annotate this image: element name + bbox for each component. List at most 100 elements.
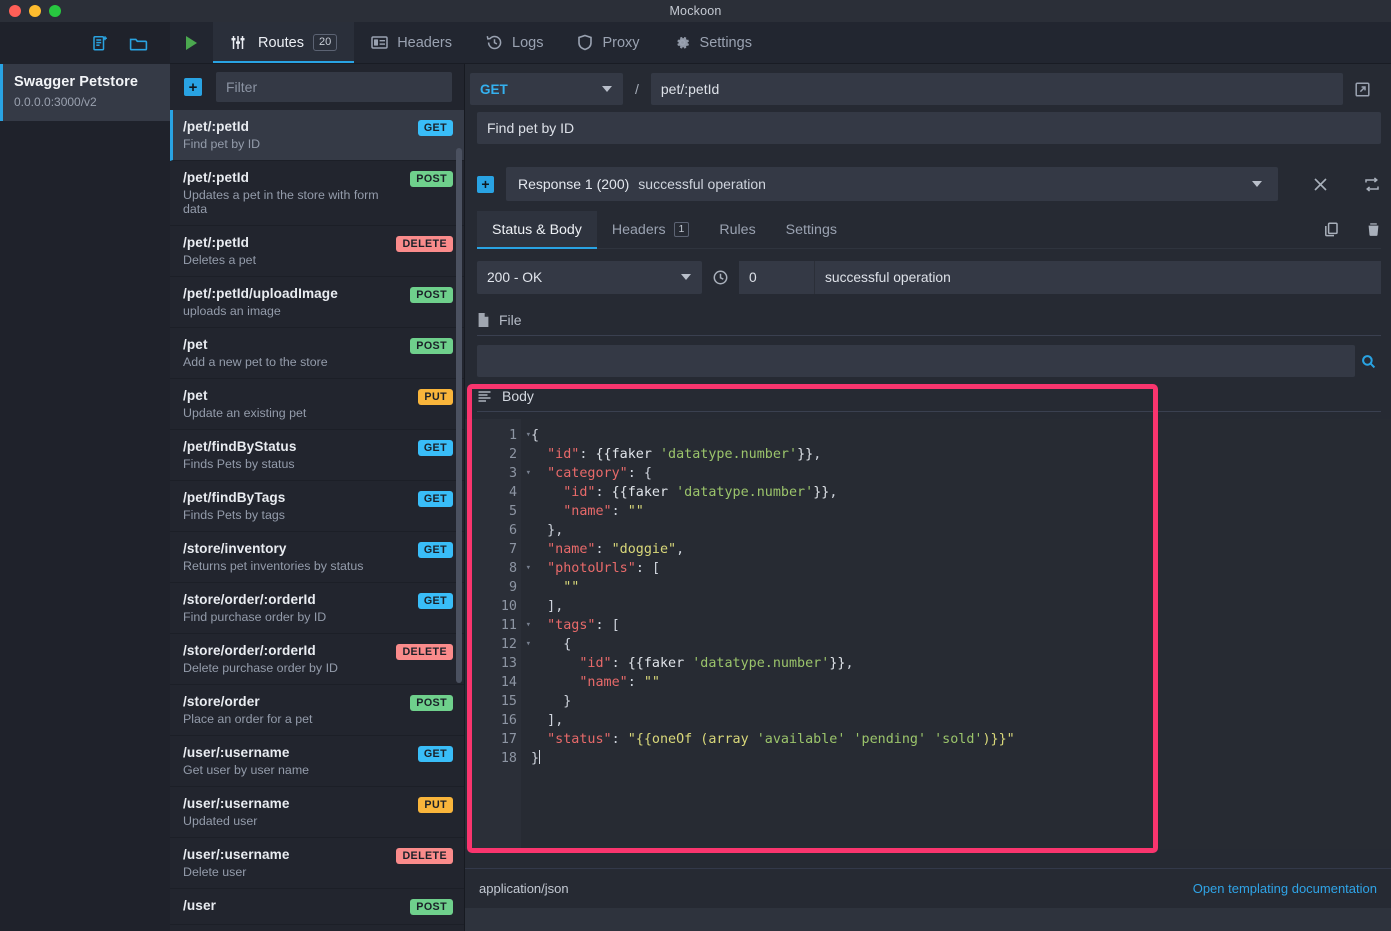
editor-code-content[interactable]: { "id": {{faker 'datatype.number'}}, "ca… [521,419,1391,849]
tab-proxy-label: Proxy [602,34,640,51]
route-path: /pet/findByStatus [183,439,297,454]
response-chip[interactable]: Response 1 (200) successful operation [506,167,1278,201]
route-method-badge: DELETE [396,236,453,253]
route-list-item[interactable]: /pet Update an existing pet PUT [170,379,464,430]
response-label-input[interactable] [815,261,1381,294]
subtab-status-body[interactable]: Status & Body [477,211,597,249]
route-list-item[interactable]: /user POST [170,889,464,926]
route-method-badge: POST [410,171,453,188]
route-list-item[interactable]: /pet/:petId/uploadImage uploads an image P… [170,277,464,328]
route-list-item[interactable]: /pet/:petId Find pet by ID GET [170,110,464,161]
editor-code-line: }, [547,523,564,538]
method-select[interactable]: GETPOSTPUTPATCHDELETEHEADOPTIONS [470,73,623,105]
tab-proxy[interactable]: Proxy [560,22,656,63]
file-path-input[interactable] [477,345,1355,377]
route-list-item[interactable]: /pet Add a new pet to the store POST [170,328,464,379]
subtab-headers[interactable]: Headers 1 [597,211,704,248]
route-list-item[interactable]: /store/order/:orderId Delete purchase ord… [170,634,464,685]
route-description: Update an existing pet [183,406,307,420]
subtab-rules[interactable]: Rules [704,211,770,248]
route-description: Deletes a pet [183,253,257,267]
editor-code-line: } [531,750,541,766]
route-list-item[interactable]: /store/order/:orderId Find purchase order… [170,583,464,634]
route-method-badge: DELETE [396,848,453,865]
history-clock-icon [486,34,503,51]
route-list-item[interactable]: /user/:username Delete user DELETE [170,838,464,889]
route-list-item[interactable]: /user/:username Get user by user name GET [170,736,464,787]
body-section-header: Body [477,388,1381,412]
route-path: /pet/:petId [183,235,250,250]
editor-line-number: 16 [500,713,517,728]
window-title: Mockoon [669,4,722,18]
editor-line-number: 13 [500,656,517,671]
play-icon[interactable] [170,22,213,63]
add-route-button[interactable]: + [184,78,202,96]
headers-count-badge: 1 [673,221,690,238]
route-documentation-input[interactable] [487,120,1371,136]
tab-settings[interactable]: Settings [657,22,769,63]
tab-settings-label: Settings [699,34,752,51]
add-response-button[interactable]: + [477,175,494,193]
editor-code-line: "id": {{faker 'datatype.number'}}, [563,485,838,500]
subtab-settings[interactable]: Settings [771,211,852,248]
body-code-editor[interactable]: 1 ▾ 2 3 ▾ 4 5 6 7 8 ▾ 9 10 11 ▾ 12 ▾ 13 14 15 16 17 18 { "id":… [465,419,1391,849]
route-list-item[interactable]: /pet/findByTags Finds Pets by tags GET [170,481,464,532]
route-list-item[interactable]: /store/order Place an order for a pet POST [170,685,464,736]
new-environment-icon[interactable] [92,35,109,52]
status-select-wrapper: 200 - OK201 - Created204 - No Content400… [477,261,702,294]
code-fold-arrow[interactable]: ▾ [526,426,531,445]
body-section: Body 1 ▾ 2 3 ▾ 4 5 6 7 8 ▾ 9 10 11 ▾ 12 ▾ 13 14 15 16 17 18 { … [465,388,1391,849]
editor-code-line: "id": {{faker 'datatype.number'}}, [579,656,854,671]
route-list-item[interactable]: /pet/:petId Updates a pet in the store wi… [170,161,464,226]
subtab-status-body-label: Status & Body [492,221,582,238]
route-path: /user [183,898,216,913]
latency-input[interactable] [739,261,815,294]
editor-line-numbers: 1 ▾ 2 3 ▾ 4 5 6 7 8 ▾ 9 10 11 ▾ 12 ▾ 13 14 15 16 17 18 [465,419,531,849]
routes-filter-input[interactable] [216,72,452,102]
route-list-item[interactable]: /pet/:petId Deletes a pet DELETE [170,226,464,277]
code-fold-arrow[interactable]: ▾ [526,616,531,635]
code-fold-arrow[interactable]: ▾ [526,559,531,578]
mime-type-label: application/json [479,881,569,896]
environments-sidebar: Swagger Petstore 0.0.0.0:3000/v2 [0,64,170,931]
external-link-icon[interactable] [1343,81,1381,98]
repeat-sequential-icon[interactable] [1341,176,1381,193]
open-folder-icon[interactable] [129,35,148,52]
top-toolbar: Routes 20 Headers Logs Proxy Settings [0,22,1391,64]
routes-scrollbar[interactable] [456,148,462,683]
method-select-wrapper: GETPOSTPUTPATCHDELETEHEADOPTIONS [470,73,623,105]
magnifier-icon[interactable] [1355,354,1381,369]
editor-code-line: ], [547,713,564,728]
shuffle-random-icon[interactable] [1290,176,1329,193]
route-list-item[interactable]: /store/inventory Returns pet inventories … [170,532,464,583]
route-path: /store/inventory [183,541,287,556]
routes-list[interactable]: /pet/:petId Find pet by ID GET/pet/:petId U… [170,110,464,931]
route-method-badge: DELETE [396,644,453,661]
code-fold-arrow[interactable]: ▾ [526,464,531,483]
endpoint-input[interactable] [650,73,1343,105]
editor-code-line: "name": "" [563,504,644,519]
duplicate-icon[interactable] [1323,221,1340,238]
templating-docs-link[interactable]: Open templating documentation [1193,881,1377,896]
tab-headers[interactable]: Headers [354,22,469,63]
subtab-settings-label: Settings [785,221,837,238]
route-list-item[interactable]: /pet/findByStatus Finds Pets by status GET [170,430,464,481]
code-fold-arrow[interactable]: ▾ [526,635,531,654]
response-chip-sublabel: successful operation [638,176,766,192]
route-description: Finds Pets by status [183,457,295,471]
chevron-down-icon[interactable] [1252,181,1262,187]
response-selector-row: + Response 1 (200) successful operation [477,167,1381,201]
route-method-badge: GET [417,120,453,137]
route-method-badge: GET [417,746,453,763]
route-method-badge: GET [417,491,453,508]
tab-logs[interactable]: Logs [469,22,560,63]
route-list-item[interactable]: /user/:username Updated user PUT [170,787,464,838]
tab-routes-label: Routes [258,34,304,51]
editor-code-line: "status": "{{oneOf (array 'available' 'p… [547,732,1015,747]
route-description: Finds Pets by tags [183,508,285,522]
trash-icon[interactable] [1366,221,1381,238]
status-code-select[interactable]: 200 - OK201 - Created204 - No Content400… [477,261,702,294]
environment-item-swagger-petstore[interactable]: Swagger Petstore 0.0.0.0:3000/v2 [0,64,170,121]
tab-routes[interactable]: Routes 20 [213,22,355,63]
environment-name: Swagger Petstore [14,74,139,90]
